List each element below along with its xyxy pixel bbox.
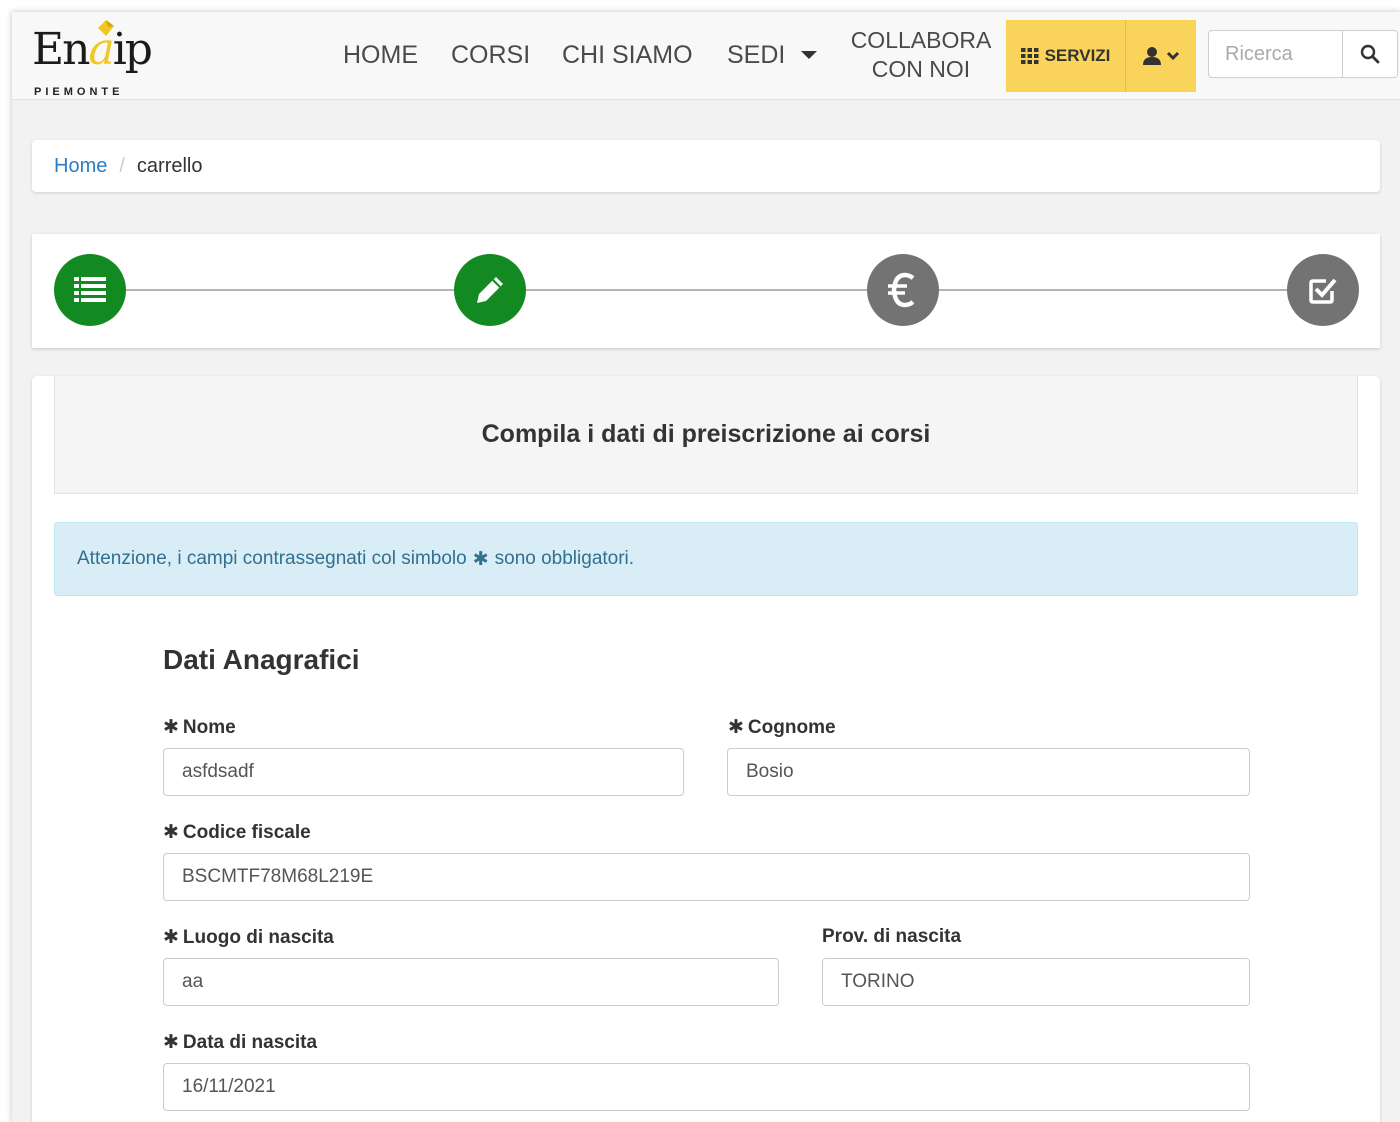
nav-collabora-line1: COLLABORA [850,27,992,53]
nome-label: ✱ Nome [163,717,236,738]
list-icon [74,277,106,302]
nav-collabora-line2: CON NOI [871,56,971,82]
required-star-icon: ✱ [163,717,179,738]
nav-corsi[interactable]: CORSI [451,40,530,70]
luogo-nascita-label: ✱ Luogo di nascita [163,927,334,948]
nav-collabora[interactable]: COLLABORA CON NOI [850,26,992,84]
search-icon [1360,44,1380,64]
required-star-icon: ✱ [163,822,179,843]
registration-panel: Compila i dati di preiscrizione ai corsi… [32,376,1380,1122]
enaip-logo[interactable]: Enaip PIEMONTE [32,16,153,98]
step-2-edit[interactable] [454,254,526,326]
alert-text-after: sono obbligatori. [494,548,635,569]
euro-icon [888,272,915,308]
luogo-nascita-input[interactable] [163,958,779,1006]
section-title: Dati Anagrafici [163,644,360,675]
nav-sedi[interactable]: SEDI [727,40,818,70]
data-nascita-input[interactable] [163,1063,1250,1111]
step-1-list[interactable] [54,254,126,326]
codice-fiscale-input[interactable] [163,853,1250,901]
data-nascita-label: ✱ Data di nascita [163,1032,318,1053]
required-star-icon: ✱ [472,548,489,570]
nome-input[interactable] [163,748,684,796]
servizi-button[interactable]: SERVIZI [1006,20,1126,92]
required-star-icon: ✱ [163,927,179,948]
codice-fiscale-label: ✱ Codice fiscale [163,822,311,843]
cognome-input[interactable] [727,748,1250,796]
checkout-steps [32,234,1380,348]
logo-subtitle: PIEMONTE [34,86,124,98]
required-star-icon: ✱ [728,717,744,738]
steps-connector [102,289,1322,291]
cognome-label: ✱ Cognome [728,717,836,738]
breadcrumb: Home / carrello [32,140,1380,192]
check-square-icon [1309,278,1337,304]
nav-chi-siamo[interactable]: CHI SIAMO [562,40,693,70]
servizi-label: SERVIZI [1044,46,1111,65]
breadcrumb-current: carrello [136,154,203,177]
user-icon [1143,47,1161,65]
logo-wordmark: Enaip [32,24,153,75]
breadcrumb-separator: / [119,154,125,177]
alert-text-before: Attenzione, i campi contrassegnati col s… [77,548,467,569]
form-title: Compila i dati di preiscrizione ai corsi [481,420,931,448]
navbar: Enaip PIEMONTE HOME CORSI CHI SIAMO SEDI… [12,12,1400,100]
search-input[interactable] [1209,31,1342,77]
nav-home[interactable]: HOME [343,40,418,70]
nav-sedi-label: SEDI [727,41,786,69]
step-4-confirm[interactable] [1287,254,1359,326]
caret-down-icon [801,51,818,59]
page-frame: Enaip PIEMONTE HOME CORSI CHI SIAMO SEDI… [12,12,1400,1122]
prov-nascita-label: Prov. di nascita [822,926,962,947]
required-fields-alert: Attenzione, i campi contrassegnati col s… [54,522,1358,596]
breadcrumb-home-link[interactable]: Home [54,155,107,178]
grid-icon [1020,48,1039,64]
form-title-panel: Compila i dati di preiscrizione ai corsi [54,376,1358,494]
search-box [1208,30,1398,78]
pencil-icon [477,277,503,303]
prov-nascita-input[interactable] [822,958,1250,1006]
chevron-down-icon [1166,51,1180,61]
search-button[interactable] [1342,31,1397,77]
step-3-payment[interactable] [867,254,939,326]
user-menu-button[interactable] [1126,20,1196,92]
required-star-icon: ✱ [163,1032,179,1053]
